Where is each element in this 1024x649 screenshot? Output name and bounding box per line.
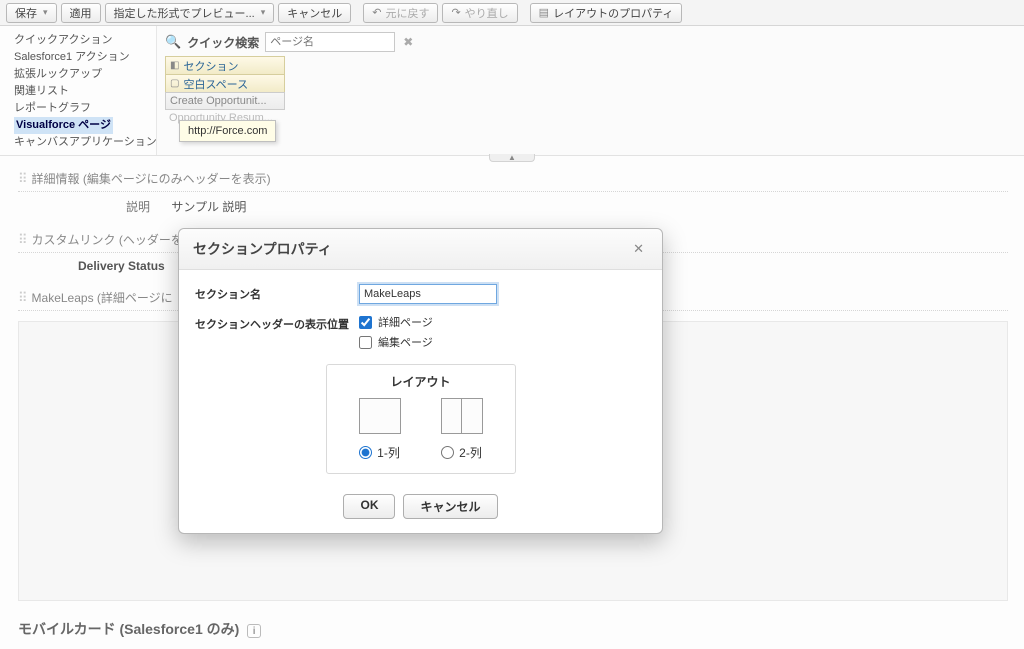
grip-icon: ⠿ — [18, 232, 26, 248]
ok-button[interactable]: OK — [343, 494, 395, 519]
edit-page-checkbox-input[interactable] — [359, 336, 372, 349]
columns-1-radio-input[interactable] — [359, 446, 372, 459]
delivery-status-label: Delivery Status — [78, 259, 165, 273]
detail-page-checkbox[interactable]: 詳細ページ — [359, 314, 646, 330]
modal-cancel-button[interactable]: キャンセル — [403, 494, 497, 519]
columns-2-radio[interactable]: 2-列 — [441, 444, 482, 461]
undo-icon: ↶ — [372, 6, 381, 19]
sidebar-item[interactable]: 関連リスト — [14, 83, 148, 100]
quick-find-row: 🔍 クイック検索 ✖ — [165, 32, 1016, 52]
columns-2-radio-input[interactable] — [441, 446, 454, 459]
modal-footer: OK キャンセル — [179, 488, 662, 533]
header-position-label: セクションヘッダーの表示位置 — [195, 314, 359, 332]
palette-item-cutoff: Opportunity Resum... — [165, 110, 1016, 126]
clear-search-icon[interactable]: ✖ — [403, 35, 413, 49]
layout-thumb-2col[interactable] — [441, 398, 483, 434]
grip-icon: ⠿ — [18, 290, 26, 306]
palette-list: ◧セクション ▢空白スペース Create Opportunit... — [165, 56, 285, 110]
palette-item-create-opportunity[interactable]: Create Opportunit... — [165, 92, 285, 110]
info-icon[interactable]: i — [247, 624, 261, 638]
section-properties-modal: セクションプロパティ ✕ セクション名 セクションヘッダーの表示位置 詳細ページ… — [178, 228, 663, 534]
section-icon: ◧ — [170, 60, 179, 71]
preview-button[interactable]: 指定した形式でプレビュー... — [105, 3, 275, 23]
sidebar-item[interactable]: クイックアクション — [14, 32, 148, 49]
layout-properties-button[interactable]: ▤レイアウトのプロパティ — [530, 3, 683, 23]
section-name-row: セクション名 — [195, 284, 646, 304]
section-name-label: セクション名 — [195, 284, 359, 302]
layout-icon: ▤ — [539, 6, 549, 19]
sidebar-item[interactable]: Salesforce1 アクション — [14, 49, 148, 66]
layout-thumb-1col[interactable] — [359, 398, 401, 434]
sidebar-item[interactable]: 拡張ルックアップ — [14, 66, 148, 83]
layout-columns-box: レイアウト 1-列 2-列 — [326, 364, 516, 474]
quick-find-label: クイック検索 — [187, 34, 259, 51]
sidebar-item-selected[interactable]: Visualforce ページ — [14, 117, 113, 134]
layout-box-title: レイアウト — [339, 373, 503, 390]
undo-button[interactable]: ↶元に戻す — [363, 3, 438, 23]
detail-section-body: 説明 サンプル 説明 — [18, 192, 1008, 231]
edit-page-checkbox[interactable]: 編集ページ — [359, 334, 646, 350]
sidebar-item[interactable]: レポートグラフ — [14, 100, 148, 117]
section-name-input[interactable] — [359, 284, 497, 304]
collapse-handle-icon[interactable]: ▲ — [489, 154, 535, 162]
category-sidebar: クイックアクション Salesforce1 アクション 拡張ルックアップ 関連リ… — [0, 26, 156, 155]
search-icon: 🔍 — [165, 34, 181, 50]
description-value: サンプル 説明 — [171, 200, 246, 214]
grip-icon: ⠿ — [18, 171, 26, 187]
redo-button[interactable]: ↷やり直し — [442, 3, 517, 23]
url-tooltip: http://Force.com — [179, 120, 276, 142]
columns-1-radio[interactable]: 1-列 — [359, 444, 400, 461]
modal-titlebar: セクションプロパティ ✕ — [179, 229, 662, 270]
sidebar-item[interactable]: キャンバスアプリケーション — [14, 134, 148, 151]
section-header-detail[interactable]: ⠿ 詳細情報 (編集ページにのみヘッダーを表示) — [18, 170, 1008, 192]
palette-pane: 🔍 クイック検索 ✖ ◧セクション ▢空白スペース Create Opportu… — [156, 26, 1024, 155]
description-label: 説明 — [126, 200, 150, 214]
save-button[interactable]: 保存 — [6, 3, 57, 23]
mobile-cards-heading: モバイルカード (Salesforce1 のみ) i — [18, 619, 1008, 639]
close-icon[interactable]: ✕ — [629, 239, 648, 259]
top-toolbar: 保存 適用 指定した形式でプレビュー... キャンセル ↶元に戻す ↷やり直し … — [0, 0, 1024, 26]
blank-icon: ▢ — [170, 78, 179, 89]
detail-page-checkbox-input[interactable] — [359, 316, 372, 329]
palette-item-section[interactable]: ◧セクション — [165, 56, 285, 74]
header-position-row: セクションヘッダーの表示位置 詳細ページ 編集ページ — [195, 314, 646, 354]
cancel-button[interactable]: キャンセル — [278, 3, 351, 23]
redo-icon: ↷ — [451, 6, 460, 19]
modal-body: セクション名 セクションヘッダーの表示位置 詳細ページ 編集ページ レイアウト … — [179, 270, 662, 488]
modal-title: セクションプロパティ — [193, 239, 332, 259]
palette-row: クイックアクション Salesforce1 アクション 拡張ルックアップ 関連リ… — [0, 26, 1024, 156]
apply-button[interactable]: 適用 — [61, 3, 101, 23]
palette-item-blank-space[interactable]: ▢空白スペース — [165, 74, 285, 92]
quick-find-input[interactable] — [265, 32, 395, 52]
